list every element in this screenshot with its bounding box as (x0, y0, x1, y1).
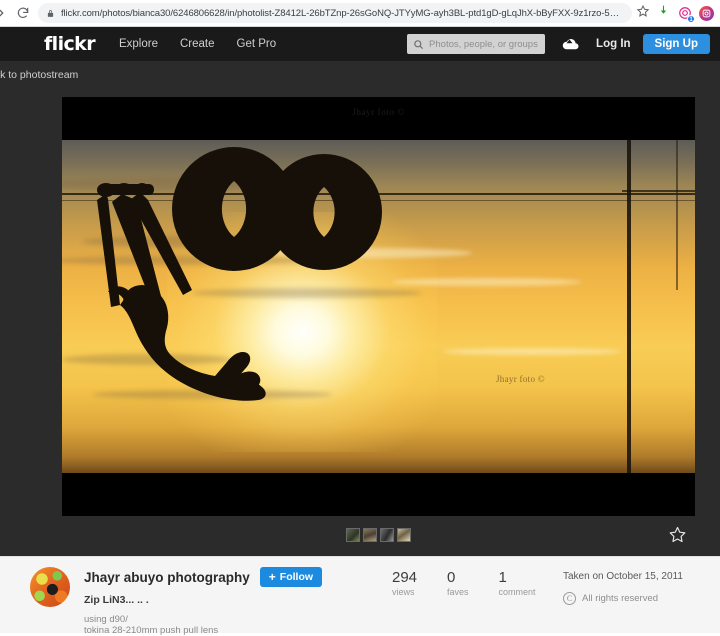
copyright-icon: C (563, 592, 576, 605)
extension-icon[interactable]: 1 (677, 5, 695, 23)
thumbnail-1[interactable] (346, 528, 360, 542)
nav-get-pro[interactable]: Get Pro (237, 38, 277, 50)
download-arrow-icon[interactable] (657, 4, 670, 22)
back-to-photostream-link[interactable]: Back to photostream (0, 69, 78, 81)
owner-row: Jhayr abuyo photography + Follow (84, 567, 323, 587)
stat-value: 294 (392, 569, 418, 586)
stats-block: 294 views 0 faves 1 comment (392, 569, 536, 597)
thumbnail-2[interactable] (363, 528, 377, 542)
star-outline-icon[interactable] (668, 525, 687, 544)
thumbnail-4[interactable] (397, 528, 411, 542)
stat-value: 1 (498, 569, 507, 586)
avatar[interactable] (30, 567, 70, 607)
address-bar[interactable]: flickr.com/photos/bianca30/6246806628/in… (38, 3, 632, 23)
watermark-top: Jhayr foto © (352, 108, 405, 118)
cloud-upload-icon[interactable] (559, 36, 580, 52)
photo-page: Back to photostream Jhayr foto © (0, 61, 720, 556)
nav-explore[interactable]: Explore (119, 38, 158, 50)
header-right-group: Log In Sign Up (407, 34, 720, 54)
description-line-1: using d90/ (84, 614, 128, 625)
extension-icon[interactable] (699, 5, 714, 21)
lock-icon (46, 9, 55, 18)
plus-icon: + (268, 570, 276, 584)
license-row[interactable]: C All rights reserved (563, 592, 683, 605)
signup-button[interactable]: Sign Up (642, 34, 710, 54)
search-input[interactable] (429, 38, 540, 50)
thumbnail-strip (346, 528, 411, 542)
extension-badge-count: 1 (687, 14, 695, 23)
meta-block: Taken on October 15, 2011 C All rights r… (563, 571, 683, 605)
follow-button[interactable]: + Follow (259, 567, 323, 587)
nav-create[interactable]: Create (180, 38, 215, 50)
stat-label: views (392, 587, 415, 597)
owner-name[interactable]: Jhayr abuyo photography (84, 570, 250, 585)
search-box[interactable] (407, 34, 546, 54)
flickr-logo[interactable]: flickr (44, 33, 96, 55)
search-icon (413, 39, 424, 50)
photo-image: Jhayr foto © (62, 140, 695, 473)
stat-comments[interactable]: 1 comment (499, 569, 536, 597)
browser-toolbar: flickr.com/photos/bianca30/6246806628/in… (0, 0, 720, 27)
stat-value: 0 (447, 569, 456, 586)
owner-block: Jhayr abuyo photography + Follow Zip LiN… (30, 567, 323, 636)
stat-label: comment (498, 587, 536, 597)
license-text[interactable]: All rights reserved (582, 593, 658, 604)
photo-info-bar: Jhayr abuyo photography + Follow Zip LiN… (0, 556, 720, 636)
owner-text-group: Jhayr abuyo photography + Follow Zip LiN… (84, 567, 323, 636)
url-text: flickr.com/photos/bianca30/6246806628/in… (61, 7, 624, 19)
stat-label: faves (447, 587, 469, 597)
login-link[interactable]: Log In (596, 38, 631, 50)
description-line-2: tokina 28-210mm push pull lens (84, 625, 219, 636)
reload-icon[interactable] (12, 2, 34, 24)
site-header: flickr Explore Create Get Pro Log In Sig… (0, 27, 720, 61)
stat-views[interactable]: 294 views (392, 569, 417, 597)
thumbnail-3[interactable] (380, 528, 394, 542)
follow-button-label: Follow (279, 571, 314, 583)
browser-action-icons: 1 (636, 4, 720, 23)
forward-arrow-icon[interactable] (0, 2, 12, 24)
photo-viewer[interactable]: Jhayr foto © Jhayr foto © (62, 97, 695, 516)
photo-toolbar (62, 522, 695, 548)
swing-silhouette (97, 147, 382, 401)
bookmark-star-icon[interactable] (636, 4, 650, 23)
stat-faves[interactable]: 0 faves (447, 569, 469, 597)
taken-on-date: Taken on October 15, 2011 (563, 571, 683, 582)
photo-title[interactable]: Zip LiN3... .. . (84, 594, 322, 606)
watermark-on-photo: Jhayr foto © (496, 374, 545, 384)
